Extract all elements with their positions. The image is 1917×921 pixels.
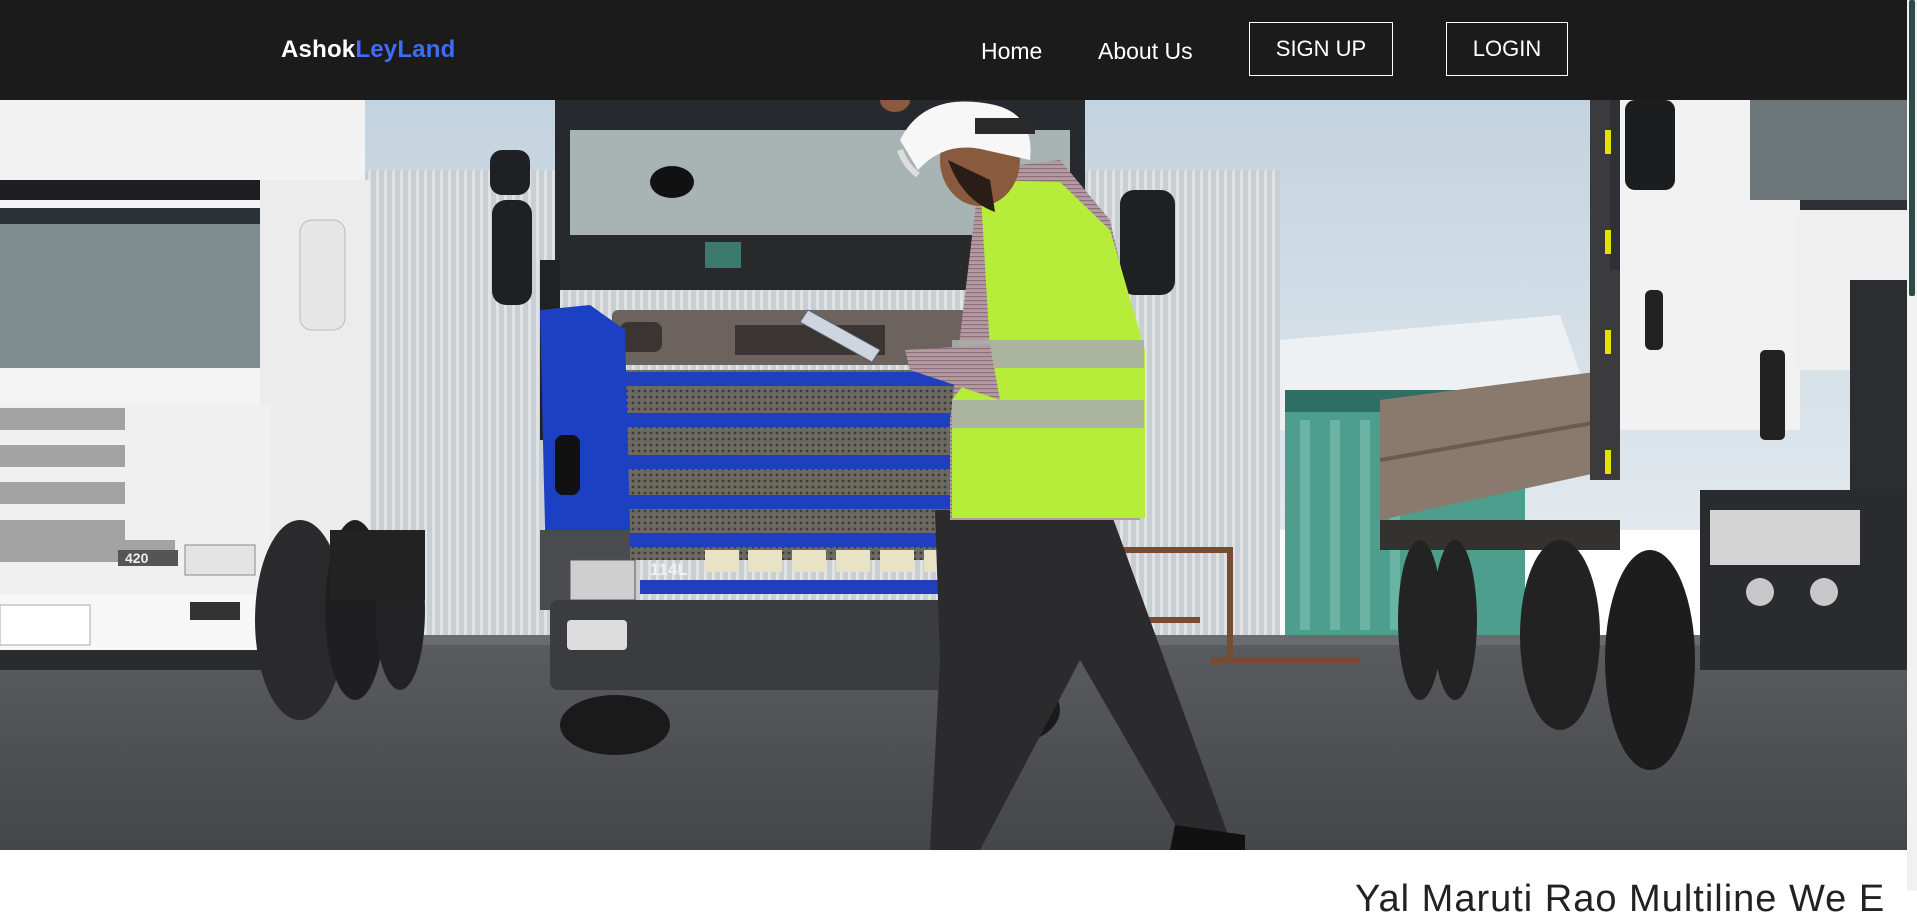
- navbar: AshokLeyLand Home About Us SIGN UP LOGIN: [0, 0, 1907, 100]
- brand-logo[interactable]: AshokLeyLand: [281, 36, 455, 64]
- scrollbar-thumb[interactable]: [1909, 0, 1915, 296]
- hero-photo-trucks-worker: 420 114L: [0, 100, 1907, 850]
- nav-link-about[interactable]: About Us: [1098, 38, 1193, 65]
- brand-name-part1: Ashok: [281, 36, 356, 63]
- center-truck-badge: 114L: [650, 560, 688, 579]
- hero-image: 420 114L: [0, 100, 1907, 850]
- signup-button[interactable]: SIGN UP: [1249, 22, 1393, 76]
- nav-link-home[interactable]: Home: [981, 38, 1042, 65]
- brand-name-part2: LeyLand: [355, 36, 456, 63]
- left-truck-badge: 420: [125, 550, 149, 566]
- left-truck: 420: [0, 100, 425, 720]
- section-heading: Yal Maruti Rao Multiline We E: [1355, 878, 1886, 920]
- login-button[interactable]: LOGIN: [1446, 22, 1568, 76]
